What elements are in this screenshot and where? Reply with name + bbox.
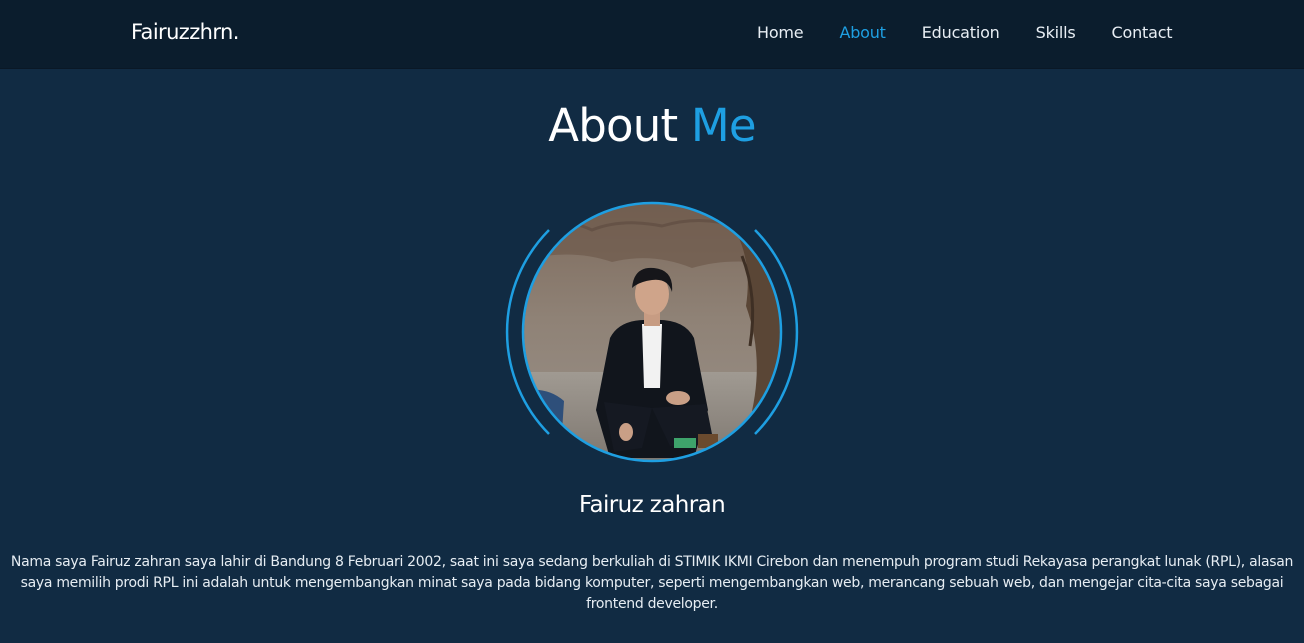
section-title-accent: Me bbox=[690, 99, 757, 152]
nav-link-skills[interactable]: Skills bbox=[1036, 23, 1076, 42]
brand-logo[interactable]: Fairuzzhrn. bbox=[131, 20, 239, 44]
profile-photo-frame bbox=[502, 196, 802, 468]
nav-link-contact[interactable]: Contact bbox=[1112, 23, 1173, 42]
navbar: Fairuzzhrn. Home About Education Skills … bbox=[0, 0, 1304, 69]
profile-photo-graphic bbox=[505, 201, 799, 463]
section-title-main: About bbox=[548, 99, 678, 152]
nav-link-about[interactable]: About bbox=[839, 23, 886, 42]
section-title: About Me bbox=[0, 99, 1304, 152]
profile-name: Fairuz zahran bbox=[578, 492, 726, 518]
nav-links: Home About Education Skills Contact bbox=[757, 23, 1173, 42]
nav-link-education[interactable]: Education bbox=[922, 23, 1000, 42]
profile-bio: Nama saya Fairuz zahran saya lahir di Ba… bbox=[10, 554, 1294, 612]
nav-link-home[interactable]: Home bbox=[757, 23, 804, 42]
